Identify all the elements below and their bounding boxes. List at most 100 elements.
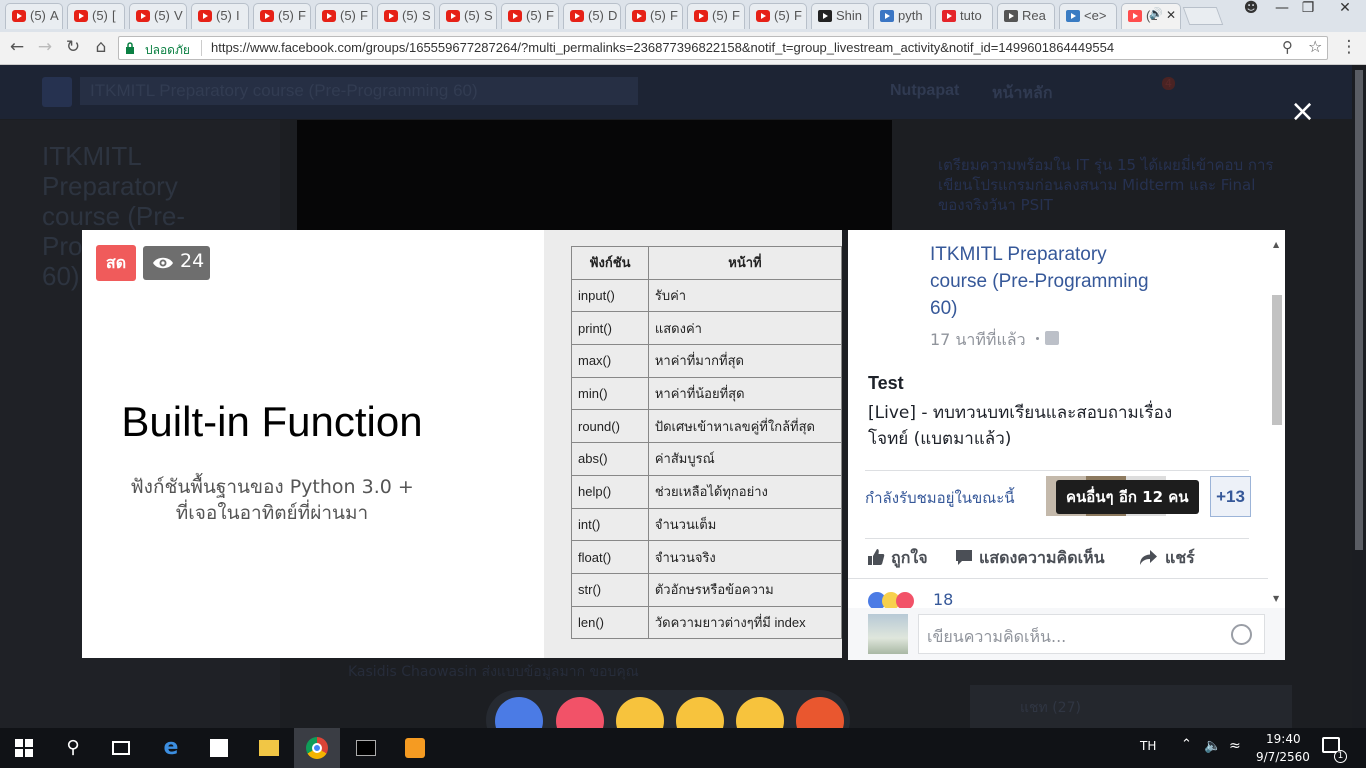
audio-playing-icon[interactable]: 🔊 — [1149, 7, 1163, 20]
clock-time[interactable]: 19:40 — [1266, 732, 1301, 746]
browser-tab[interactable]: (5) F — [749, 3, 807, 29]
youtube-icon — [74, 10, 88, 22]
comment-input[interactable]: เขียนความคิดเห็น... — [918, 614, 1265, 654]
terminal-icon[interactable] — [343, 728, 389, 768]
file-explorer-icon[interactable] — [246, 728, 292, 768]
facebook-logo-icon[interactable] — [42, 77, 72, 107]
function-purpose-cell: ตัวอักษรหรือข้อความ — [647, 572, 843, 607]
tab-title-tail: Rea — [1022, 8, 1046, 23]
browser-tab[interactable]: (5) F — [625, 3, 683, 29]
browser-tab[interactable]: Rea — [997, 3, 1055, 29]
browser-tab[interactable]: (5) A — [5, 3, 63, 29]
bookmark-star-icon[interactable]: ☆ — [1308, 37, 1322, 56]
fb-chat-bar: แชท (27) — [970, 685, 1292, 729]
tab-title-tail: F — [732, 8, 740, 23]
scroll-down-icon[interactable]: ▼ — [1273, 594, 1279, 603]
close-window-icon[interactable]: ✕ — [1324, 0, 1366, 22]
table-row: float() จำนวนจริง — [571, 540, 843, 574]
clock-date[interactable]: 9/7/2560 — [1256, 750, 1310, 764]
browser-tab[interactable]: (5) F — [253, 3, 311, 29]
browser-tab[interactable]: (5) F — [501, 3, 559, 29]
youtube-icon — [384, 10, 398, 22]
browser-tab[interactable]: (5) V — [129, 3, 187, 29]
youtube-icon — [632, 10, 646, 22]
browser-tab[interactable]: (5) F — [687, 3, 745, 29]
avatar[interactable] — [868, 614, 908, 654]
browser-tab[interactable]: (5) I — [191, 3, 249, 29]
browser-tab[interactable]: Shin — [811, 3, 869, 29]
sublime-text-icon[interactable] — [392, 728, 438, 768]
slide-subtitle-line2: ที่เจอในอาทิตย์ที่ผ่านมา — [175, 502, 369, 524]
function-name-cell: int() — [571, 507, 649, 542]
back-icon[interactable]: ← — [6, 36, 28, 58]
edge-browser-icon[interactable]: e — [148, 728, 194, 768]
page-scrollbar[interactable] — [1352, 65, 1366, 728]
start-button[interactable] — [0, 728, 46, 768]
notification-badge: 1 — [1334, 750, 1347, 763]
browser-tab[interactable]: (5) [ — [67, 3, 125, 29]
restore-icon[interactable]: ❐ — [1294, 0, 1322, 22]
function-purpose-cell: ปัดเศษเข้าหาเลขคู่ที่ใกล้ที่สุด — [647, 409, 843, 444]
browser-tab-strip: (5) A (5) [(5) V (5) I (5) F (5) F (5) S (5) S (5) F (5) D… — [0, 0, 1366, 32]
wifi-icon[interactable]: ≈ — [1229, 738, 1241, 754]
minimize-icon[interactable]: — — [1268, 0, 1296, 22]
task-view-icon[interactable] — [98, 728, 144, 768]
table-row: str() ตัวอักษรหรือข้อความ — [571, 572, 843, 607]
function-name-cell: abs() — [571, 442, 649, 476]
youtube-icon — [198, 10, 212, 22]
post-body-line1: [Live] - ทบทวนบทเรียนและสอบถามเรื่อง — [868, 403, 1173, 423]
address-bar[interactable]: ปลอดภัย https://www.facebook.com/groups/… — [118, 36, 1328, 60]
browser-tab[interactable]: pyth — [873, 3, 931, 29]
new-tab-button[interactable] — [1182, 7, 1224, 25]
chrome-icon[interactable] — [294, 728, 340, 768]
group-name-line2: course (Pre-Programming — [930, 271, 1149, 292]
watching-now-link[interactable]: กำลังรับชมอยู่ในขณะนี้ — [865, 486, 1015, 510]
read-icon — [1004, 10, 1018, 22]
viewer-count: 24 — [180, 250, 205, 272]
profile-icon[interactable]: ☻ — [1237, 0, 1265, 22]
fb-home-link[interactable]: หน้าหลัก — [992, 81, 1053, 106]
browser-tab[interactable]: (5) S — [439, 3, 497, 29]
zoom-icon[interactable]: ⚲ — [1282, 38, 1293, 56]
browser-tab[interactable]: tuto — [935, 3, 993, 29]
browser-tab[interactable]: (5) F — [315, 3, 373, 29]
close-tab-icon[interactable]: ✕ — [1166, 8, 1176, 22]
search-icon[interactable]: ⚲ — [50, 728, 96, 768]
close-modal-button[interactable]: × — [1290, 97, 1315, 127]
browser-tab[interactable]: (5) S — [377, 3, 435, 29]
scroll-up-icon[interactable]: ▲ — [1273, 240, 1279, 249]
fb-search-box[interactable]: ITKMITL Preparatory course (Pre-Programm… — [80, 77, 638, 105]
tab-title: (5) — [712, 8, 728, 23]
fb-user-name[interactable]: Nutpapat — [890, 82, 959, 100]
post-time[interactable]: 17 นาทีที่แล้ว — [930, 328, 1026, 353]
fb-bg-commenter: Kasidis Chaowasin ส่งแบบข้อมูลมาก ขอบคุณ — [348, 664, 639, 680]
reload-icon[interactable]: ↻ — [62, 36, 84, 58]
store-icon[interactable] — [196, 728, 242, 768]
tab-title-tail: [ — [112, 8, 116, 23]
tab-title-tail: pyth — [898, 8, 923, 23]
browser-tab[interactable]: <e> — [1059, 3, 1117, 29]
table-row: min() หาค่าที่น้อยที่สุด — [571, 376, 843, 411]
function-purpose-cell: จำนวนจริง — [647, 540, 843, 574]
more-viewers-button[interactable]: +13 — [1210, 476, 1251, 517]
function-name-cell: str() — [571, 572, 649, 607]
home-icon[interactable]: ⌂ — [90, 36, 112, 58]
tab-title: (5) — [278, 8, 294, 23]
live-video-player[interactable]: สด 24 Built-in Function ฟังก์ชันพื้นฐานข… — [82, 230, 843, 658]
browser-tab[interactable]: (1 🔊 ✕ — [1121, 3, 1181, 29]
slide-table-area: ฟังก์ชัน หน้าที่ input() รับค่า print() แสด… — [544, 230, 843, 658]
language-indicator[interactable]: TH — [1140, 739, 1156, 753]
panel-scrollbar[interactable]: ▲ ▼ — [1271, 240, 1283, 606]
tray-chevron-icon[interactable]: ⌃ — [1181, 737, 1192, 752]
forward-icon[interactable]: → — [34, 36, 56, 58]
volume-icon[interactable]: 🔈 — [1204, 738, 1221, 754]
group-name-link[interactable]: ITKMITL Preparatory course (Pre-Programm… — [930, 241, 1190, 322]
fb-chat-label[interactable]: แชท (27) — [1020, 697, 1081, 719]
browser-tab[interactable]: (5) D — [563, 3, 621, 29]
thumbs-up-icon — [867, 548, 885, 570]
function-purpose-cell: แสดงค่า — [647, 311, 843, 346]
tab-title: (5) — [340, 8, 356, 23]
emoji-icon[interactable] — [1231, 624, 1252, 645]
menu-icon[interactable]: ⋮ — [1338, 36, 1360, 58]
audience-icon[interactable] — [1045, 331, 1059, 345]
